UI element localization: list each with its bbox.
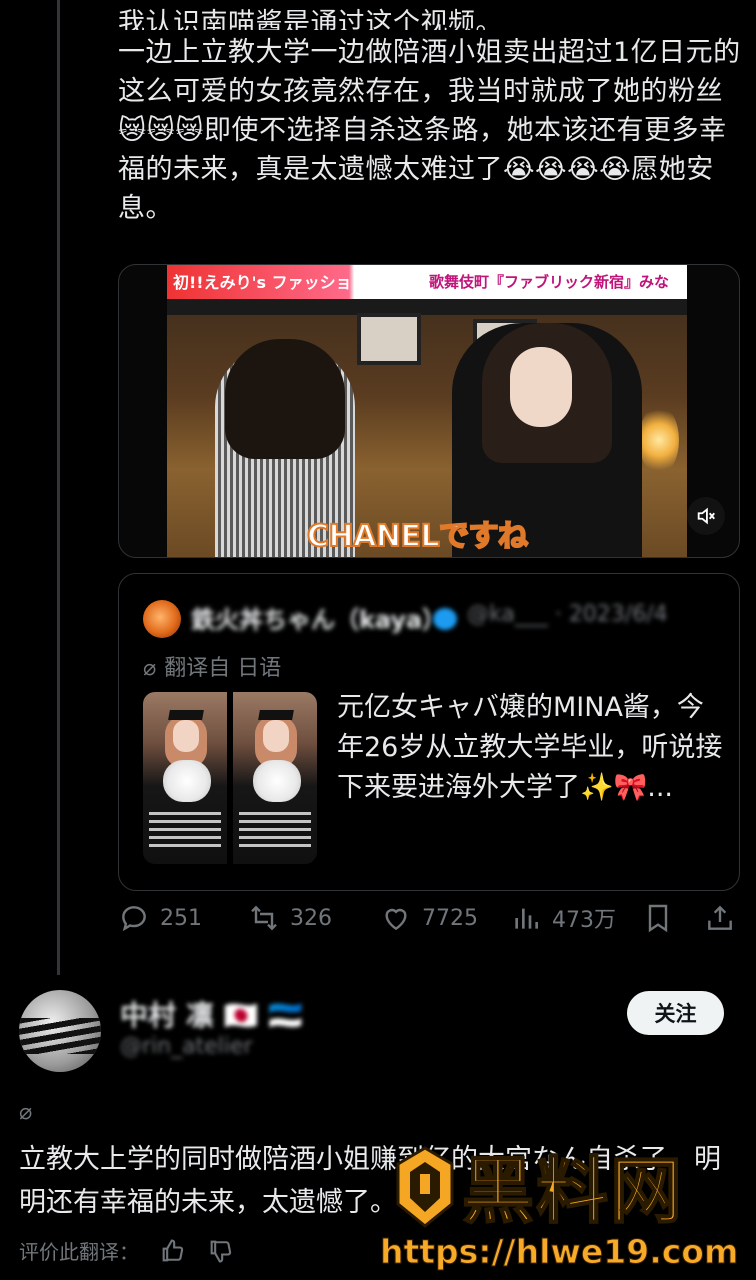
reply-icon — [122, 906, 146, 932]
reply-author-handle: @rin_atelier — [120, 1034, 253, 1059]
heart-icon — [385, 908, 407, 931]
video-banner: 初!!えみり's ファッションチェック 歌舞伎町『ファブリック新宿』みな — [167, 265, 687, 299]
video-caption: CHANELですね — [306, 518, 529, 555]
repost-button[interactable]: 326 — [248, 902, 332, 934]
quoted-image-2[interactable] — [233, 692, 317, 864]
watermark-logo-icon — [396, 1146, 454, 1228]
video-banner-left: 初!!えみり's ファッションチェック — [173, 273, 432, 292]
wall-picture — [357, 313, 421, 365]
quoted-tweet-card[interactable]: 鉄火丼ちゃん（kaya） @ka___ · 2023/6/4 ⌀ 翻译自 日语 元… — [118, 573, 740, 891]
mute-button[interactable] — [687, 497, 725, 535]
reply-count: 251 — [160, 905, 202, 931]
quoted-tweet-text: 元亿女キャバ嬢的MINA酱，今年26岁从立教大学毕业，听说接下来要进海外大学了✨… — [337, 692, 723, 803]
like-button[interactable]: 7725 — [380, 902, 478, 934]
tweet-text-top: 我认识南喵酱是通过这个视频。 — [118, 8, 503, 30]
verified-badge-icon — [433, 608, 457, 630]
quoted-author-name[interactable]: 鉄火丼ちゃん（kaya） — [191, 600, 446, 635]
views-count: 473万 — [552, 908, 616, 933]
rate-translation-row: 评价此翻译： — [19, 1236, 235, 1265]
follow-button[interactable]: 关注 — [627, 991, 724, 1035]
bookmark-button[interactable] — [642, 902, 684, 934]
wall-lamp — [639, 405, 679, 475]
video-frame[interactable]: 初!!えみり's ファッションチェック 歌舞伎町『ファブリック新宿』みな CHA… — [167, 265, 687, 557]
share-icon — [708, 905, 732, 930]
quoted-image-1[interactable] — [143, 692, 227, 864]
like-count: 7725 — [422, 905, 478, 931]
reply-button[interactable]: 251 — [118, 902, 202, 934]
speaker-muted-icon — [697, 507, 715, 525]
views-button[interactable]: 473万 — [510, 902, 616, 934]
reply-avatar[interactable] — [19, 990, 101, 1072]
watermark: 黑料网 https://hlwe19.com — [378, 1140, 756, 1280]
translated-label-text: 翻译自 日语 — [164, 656, 282, 681]
views-icon — [515, 908, 538, 929]
rate-translation-label: 评价此翻译： — [19, 1240, 139, 1264]
repost-count: 326 — [290, 905, 332, 931]
bookmark-icon — [648, 904, 668, 933]
watermark-url: https://hlwe19.com — [379, 1232, 739, 1272]
video-subtitle-strip — [167, 299, 687, 315]
thumbs-down-icon[interactable] — [207, 1237, 235, 1265]
translate-icon: ⌀ — [19, 1100, 33, 1125]
share-button[interactable] — [704, 902, 746, 934]
translate-icon: ⌀ — [143, 656, 157, 681]
repost-icon — [251, 905, 277, 931]
translated-label[interactable]: ⌀ 翻译自 日语 — [143, 650, 281, 682]
video-card[interactable]: 初!!えみり's ファッションチェック 歌舞伎町『ファブリック新宿』みな CHA… — [118, 264, 740, 558]
tweet-text: 我认识南喵酱是通过这个视频。一边上立教大学一边做陪酒小姐卖出超过1亿日元的这么可… — [118, 4, 748, 228]
tweet-text-body: 一边上立教大学一边做陪酒小姐卖出超过1亿日元的这么可爱的女孩竟然存在，我当时就成… — [118, 37, 741, 224]
thumbs-up-icon[interactable] — [159, 1237, 187, 1265]
watermark-title: 黑料网 — [461, 1148, 685, 1234]
reply-author-name[interactable]: 中村 凛 🇯🇵 🇪🇪 — [120, 994, 303, 1034]
video-banner-right: 歌舞伎町『ファブリック新宿』みな — [429, 273, 670, 291]
tweet-actions: 251 326 7725 473万 — [118, 902, 748, 942]
quoted-avatar[interactable] — [143, 600, 181, 638]
thread-line — [57, 0, 60, 975]
quoted-author-handle: @ka___ · 2023/6/4 — [467, 602, 668, 627]
